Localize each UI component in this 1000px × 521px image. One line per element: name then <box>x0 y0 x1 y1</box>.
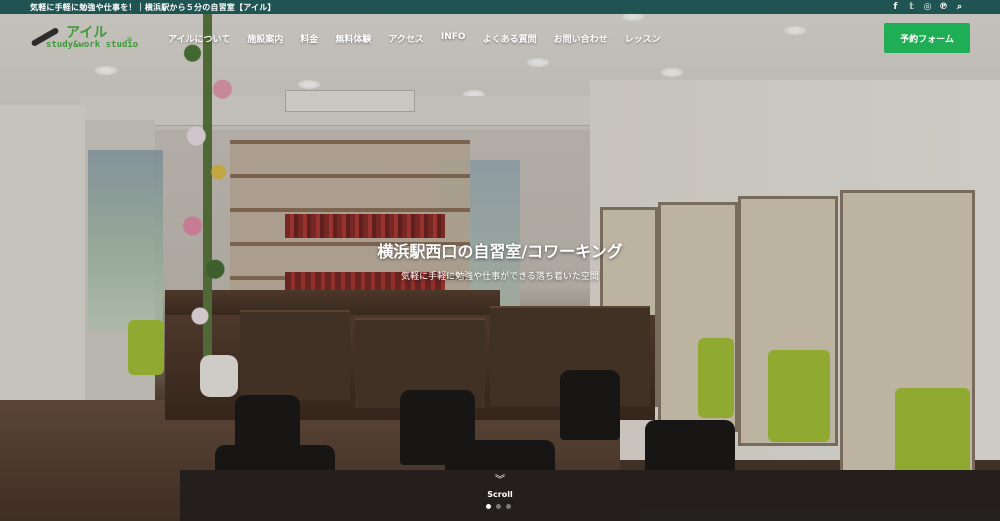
top-bar-tagline: 気軽に手軽に勉強や仕事を！｜横浜駅から５分の自習室【アイル】 <box>30 2 276 12</box>
nav-item-info[interactable]: INFO <box>441 32 466 45</box>
facebook-icon[interactable]: f <box>891 2 900 12</box>
top-bar: 気軽に手軽に勉強や仕事を！｜横浜駅から５分の自習室【アイル】 f 𝕥 ◎ ℗ ⌕ <box>0 0 1000 14</box>
main-nav: アイルについて 施設案内 料金 無料体験 アクセス INFO よくある質問 お問… <box>168 32 678 45</box>
social-links: f 𝕥 ◎ ℗ ⌕ <box>891 2 964 12</box>
hero-subtitle: 気軽に手軽に勉強や仕事ができる落ち着いた空間 <box>401 272 599 282</box>
scroll-label: Scroll <box>487 490 513 499</box>
nav-item-facilities[interactable]: 施設案内 <box>247 32 283 45</box>
scroll-indicator[interactable]: ︾ Scroll <box>476 475 524 500</box>
reservation-form-button[interactable]: 予約フォーム <box>884 23 970 53</box>
registered-mark: ® <box>126 36 133 44</box>
logo-sub-text: study&work studio <box>46 40 139 50</box>
nav-item-about[interactable]: アイルについて <box>168 32 230 45</box>
nav-item-contact[interactable]: お問い合わせ <box>554 32 608 45</box>
nav-item-lessons[interactable]: レッスン <box>625 32 661 45</box>
slider-dot[interactable] <box>506 504 511 509</box>
twitter-icon[interactable]: 𝕥 <box>907 2 916 12</box>
slider-dot[interactable] <box>496 504 501 509</box>
nav-item-pricing[interactable]: 料金 <box>300 32 318 45</box>
nav-item-access[interactable]: アクセス <box>388 32 424 45</box>
hero-title: 横浜駅西口の自習室/コワーキング <box>377 242 623 261</box>
nav-item-free-trial[interactable]: 無料体験 <box>335 32 371 45</box>
site-logo[interactable]: アイル study&work studio ® <box>30 22 139 56</box>
chevron-double-down-icon: ︾ <box>495 475 505 486</box>
logo-main-text: アイル <box>66 25 108 41</box>
instagram-icon[interactable]: ◎ <box>923 2 932 12</box>
slider-dot[interactable] <box>486 504 491 509</box>
slider-pagination <box>486 504 511 509</box>
search-icon[interactable]: ⌕ <box>955 2 964 12</box>
nav-item-faq[interactable]: よくある質問 <box>483 32 537 45</box>
pinterest-icon[interactable]: ℗ <box>939 2 948 12</box>
